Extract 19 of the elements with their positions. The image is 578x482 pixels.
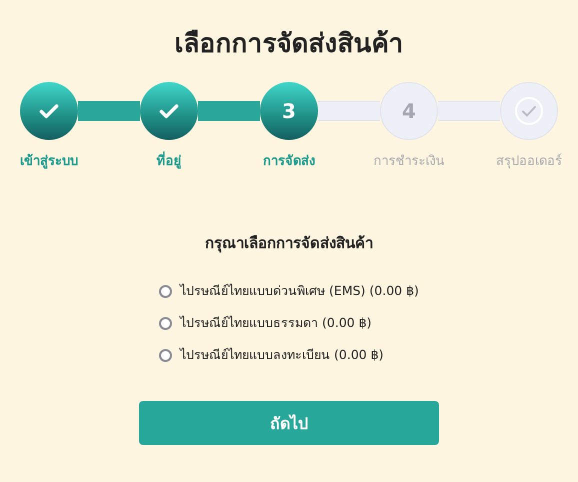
step-label: การจัดส่ง — [263, 153, 315, 171]
check-circle-icon — [514, 96, 544, 126]
step-number: 4 — [402, 99, 416, 123]
step-label: การชำระเงิน — [374, 153, 444, 171]
progress-connector — [78, 101, 140, 121]
option-label: ไปรษณีย์ไทยแบบด่วนพิเศษ (EMS) (0.00 ฿) — [180, 282, 419, 300]
option-label: ไปรษณีย์ไทยแบบลงทะเบียน (0.00 ฿) — [180, 346, 384, 364]
option-label: ไปรษณีย์ไทยแบบธรรมดา (0.00 ฿) — [180, 314, 372, 332]
step-label: สรุปออเดอร์ — [496, 152, 562, 171]
section-heading: กรุณาเลือกการจัดส่งสินค้า — [205, 233, 373, 254]
step-number: 3 — [282, 99, 296, 123]
radio-button[interactable] — [159, 348, 172, 362]
progress-connector — [198, 101, 260, 121]
radio-button[interactable] — [159, 316, 172, 330]
page-title: เลือกการจัดส่งสินค้า — [174, 28, 404, 61]
next-button[interactable]: ถัดไป — [139, 401, 439, 445]
step-label: ที่อยู่ — [156, 150, 182, 171]
radio-button[interactable] — [159, 284, 172, 298]
step-label: เข้าสู่ระบบ — [20, 152, 78, 171]
